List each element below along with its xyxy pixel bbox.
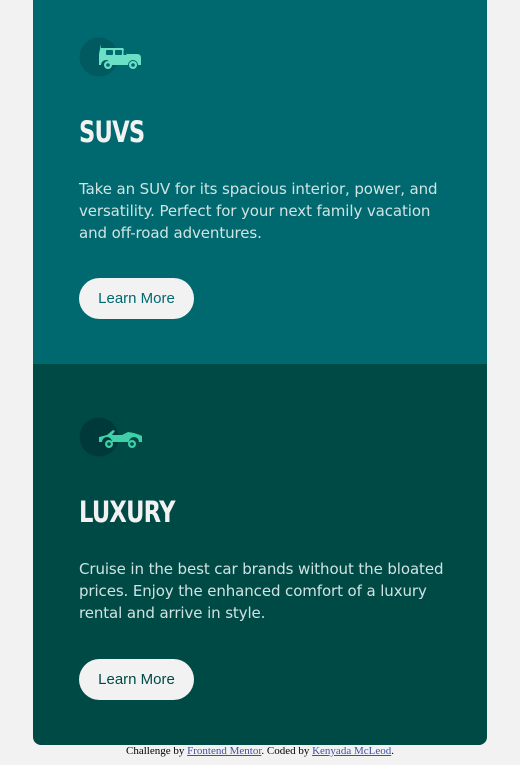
card-description: Take an SUV for its spacious interior, p… xyxy=(79,180,438,242)
luxury-card: Luxury Cruise in the best car brands wit… xyxy=(33,364,487,745)
attribution-suffix: . xyxy=(391,745,394,757)
attribution: Challenge by Frontend Mentor. Coded by K… xyxy=(0,745,520,758)
card-description: Cruise in the best car brands without th… xyxy=(79,560,444,622)
attribution-middle: . Coded by xyxy=(261,745,313,757)
frontend-mentor-link[interactable]: Frontend Mentor xyxy=(187,745,261,757)
learn-more-button[interactable]: Learn More xyxy=(79,278,194,319)
car-cards: SUVs Take an SUV for its spacious interi… xyxy=(33,0,487,745)
card-title: SUVs xyxy=(79,115,145,149)
suv-icon xyxy=(79,37,145,77)
author-link[interactable]: Kenyada McLeod xyxy=(312,745,391,757)
card-title: Luxury xyxy=(79,495,175,529)
luxury-car-icon xyxy=(79,417,145,457)
learn-more-button[interactable]: Learn More xyxy=(79,659,194,700)
suvs-card: SUVs Take an SUV for its spacious interi… xyxy=(33,0,487,364)
attribution-prefix: Challenge by xyxy=(126,745,188,757)
